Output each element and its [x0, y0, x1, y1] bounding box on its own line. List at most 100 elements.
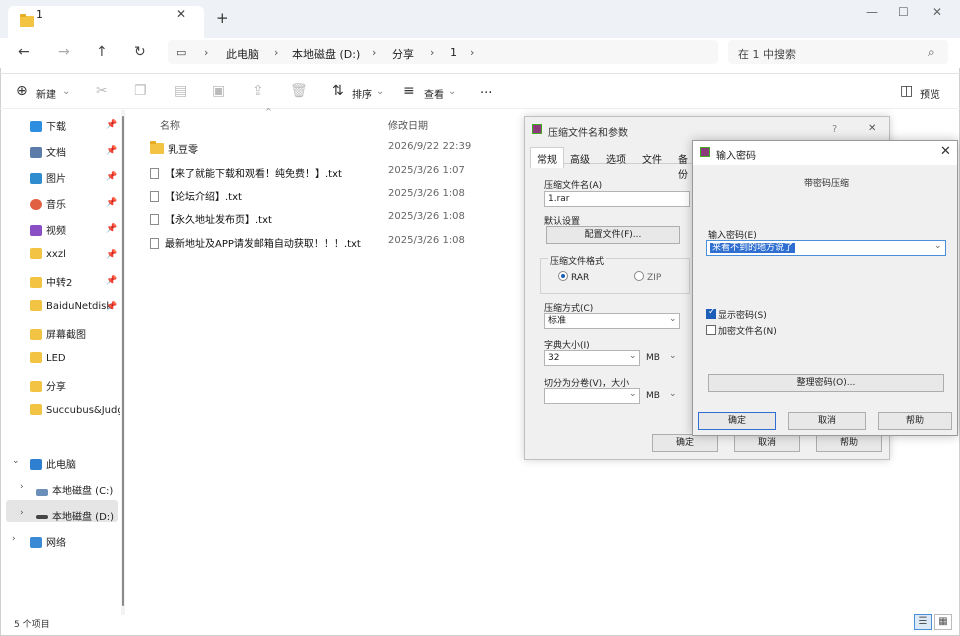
chevron-down-icon[interactable]: ⌄ — [934, 241, 942, 251]
drive-icon — [36, 489, 48, 496]
file-date: 2025/3/26 1:08 — [388, 235, 465, 246]
show-password-checkbox[interactable]: 显示密码(S) — [706, 307, 767, 321]
sidebar-scrollbar-thumb[interactable] — [122, 116, 124, 606]
chevron-right-icon[interactable]: › — [12, 534, 16, 544]
password-field[interactable]: 来看不到的地方说了 — [706, 240, 946, 256]
password-help-button[interactable]: 帮助 — [878, 412, 952, 430]
minimize-icon[interactable]: — — [866, 5, 878, 19]
sidebar-item-documents[interactable]: 文档 — [30, 144, 66, 162]
help-icon[interactable]: ? — [832, 124, 837, 135]
sidebar-item-label: 此电脑 — [46, 460, 76, 471]
method-value: 标准 — [548, 316, 567, 326]
archive-help-button[interactable]: 帮助 — [816, 434, 882, 452]
format-rar-radio[interactable]: RAR — [558, 271, 589, 283]
breadcrumb-share[interactable]: 分享 — [392, 46, 414, 62]
chevron-right-icon[interactable]: › — [20, 482, 24, 492]
breadcrumb-this-pc[interactable]: 此电脑 — [226, 46, 259, 62]
method-select[interactable]: 标准 — [544, 313, 680, 329]
sidebar-item-share[interactable]: 分享 — [30, 378, 66, 396]
breadcrumb-1[interactable]: 1 — [450, 46, 457, 59]
tab-options[interactable]: 选项 — [606, 151, 626, 166]
tiles-view-icon[interactable]: ▦ — [934, 614, 952, 630]
view-button[interactable]: 查看 — [424, 86, 444, 101]
cut-icon[interactable]: ✂ — [96, 83, 108, 99]
details-view-icon[interactable]: ☰ — [914, 614, 932, 630]
split-volumes-select[interactable] — [544, 388, 640, 404]
copy-icon[interactable]: ❐ — [134, 83, 147, 99]
share-icon[interactable]: ⇪ — [252, 83, 264, 99]
chevron-right-icon: › — [430, 46, 435, 59]
up-arrow-icon[interactable]: ↑ — [96, 44, 108, 60]
paste-icon[interactable]: ▤ — [174, 83, 187, 99]
maximize-icon[interactable]: ☐ — [898, 5, 909, 19]
delete-icon[interactable]: 🗑 — [290, 83, 308, 99]
tab-close-icon[interactable]: ✕ — [176, 7, 186, 21]
folder-icon — [30, 277, 42, 288]
encrypt-filenames-checkbox[interactable]: 加密文件名(N) — [706, 324, 777, 337]
sidebar-item-pictures[interactable]: 图片 — [30, 170, 66, 188]
sidebar-item-led[interactable]: LED — [30, 352, 66, 370]
archive-cancel-button[interactable]: 取消 — [734, 434, 800, 452]
close-icon[interactable]: ✕ — [940, 144, 951, 159]
tab-files[interactable]: 文件 — [642, 151, 662, 166]
close-icon[interactable]: ✕ — [868, 123, 876, 134]
archive-name-field[interactable]: 1.rar — [544, 191, 690, 207]
format-label: 压缩文件格式 — [548, 254, 607, 267]
sidebar-item-baidunetdisk[interactable]: BaiduNetdisk — [30, 300, 118, 318]
tab-general[interactable]: 常规 — [530, 147, 564, 168]
profiles-button[interactable]: 配置文件(F)... — [546, 226, 680, 244]
file-row[interactable]: 【论坛介绍】.txt — [150, 188, 242, 203]
chevron-down-icon: ⌄ — [376, 86, 385, 97]
tab-advanced[interactable]: 高级 — [570, 151, 590, 166]
back-arrow-icon[interactable]: ← — [18, 44, 30, 60]
password-cancel-button[interactable]: 取消 — [788, 412, 866, 430]
password-ok-button[interactable]: 确定 — [698, 412, 776, 430]
sidebar-item-label: 音乐 — [46, 200, 66, 211]
sidebar-item-label: 视频 — [46, 226, 66, 237]
sidebar-item-this-pc[interactable]: 此电脑 — [30, 456, 76, 474]
format-rar-label: RAR — [571, 273, 590, 283]
breadcrumb-drive-d[interactable]: 本地磁盘 (D:) — [292, 46, 360, 62]
file-name: 最新地址及APP请发邮箱自动获取！！！.txt — [165, 239, 361, 250]
folder-icon — [30, 381, 42, 392]
format-zip-radio[interactable]: ZIP — [634, 271, 661, 283]
file-row[interactable]: 乳豆零 — [150, 141, 198, 156]
file-row[interactable]: 最新地址及APP请发邮箱自动获取！！！.txt — [150, 235, 361, 250]
new-button[interactable]: 新建 — [36, 86, 56, 101]
document-icon — [30, 147, 42, 158]
dictionary-value: 32 — [548, 353, 560, 363]
sidebar-item-network[interactable]: 网络 — [30, 534, 66, 552]
sidebar-item-drive-c[interactable]: 本地磁盘 (C:) — [36, 482, 113, 500]
sort-button[interactable]: 排序 — [352, 86, 372, 101]
chevron-down-icon[interactable]: ⌄ — [669, 351, 677, 361]
split-unit: MB — [646, 391, 660, 401]
rename-icon[interactable]: ▣ — [212, 83, 225, 99]
forward-arrow-icon[interactable]: → — [58, 44, 70, 60]
sidebar-item-xxzl[interactable]: xxzl — [30, 248, 66, 266]
new-tab-icon[interactable]: + — [216, 9, 229, 27]
sidebar-item-music[interactable]: 音乐 — [30, 196, 66, 214]
chevron-down-icon[interactable]: ⌄ — [669, 389, 677, 399]
tab-label: 1 — [36, 8, 43, 21]
search-input[interactable]: 在 1 中搜索 — [738, 46, 796, 62]
more-options-button[interactable]: ... — [480, 82, 492, 97]
column-header-date[interactable]: 修改日期 — [388, 117, 428, 132]
file-row[interactable]: 【来了就能下载和观看！纯免费！】.txt — [150, 165, 342, 180]
archive-ok-button[interactable]: 确定 — [652, 434, 718, 452]
chevron-right-icon[interactable]: › — [20, 508, 24, 518]
file-row[interactable]: 【永久地址发布页】.txt — [150, 211, 272, 226]
close-window-icon[interactable]: ✕ — [932, 5, 942, 19]
chevron-down-icon[interactable]: ⌄ — [12, 456, 20, 466]
sidebar-item-drive-d[interactable]: 本地磁盘 (D:) — [36, 508, 114, 526]
organize-passwords-button[interactable]: 整理密码(O)... — [708, 374, 944, 392]
sidebar-item-succubus[interactable]: Succubus&Judgm — [30, 404, 120, 422]
sidebar-item-downloads[interactable]: 下载 — [30, 118, 66, 136]
refresh-icon[interactable]: ↻ — [134, 44, 146, 60]
sidebar-item-videos[interactable]: 视频 — [30, 222, 66, 240]
sidebar-item-zhongzhuan2[interactable]: 中转2 — [30, 274, 72, 292]
preview-button[interactable]: 预览 — [920, 86, 940, 101]
sidebar-item-screenshots[interactable]: 屏幕截图 — [30, 326, 86, 344]
chevron-down-icon: ⌄ — [669, 314, 677, 324]
dictionary-select[interactable]: 32 — [544, 350, 640, 366]
column-header-name[interactable]: 名称 — [160, 117, 180, 132]
